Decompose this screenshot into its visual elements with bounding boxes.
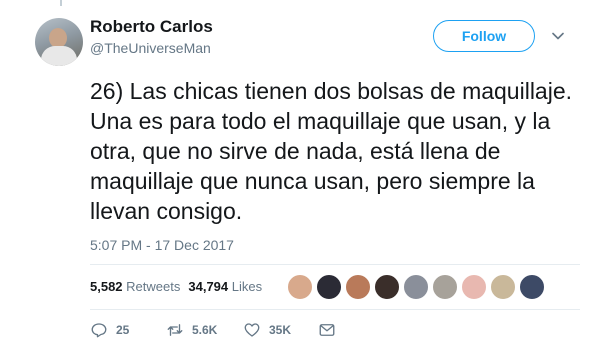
divider <box>90 309 580 310</box>
envelope-icon <box>319 324 335 336</box>
divider <box>90 264 580 265</box>
reply-button[interactable]: 25 <box>90 318 129 342</box>
tweet-stats: 5,582 Retweets 34,794 Likes <box>90 279 262 294</box>
liker-avatar[interactable] <box>461 274 487 300</box>
liker-avatar[interactable] <box>403 274 429 300</box>
retweets-count: 5,582 <box>90 279 123 294</box>
retweet-count: 5.6K <box>192 323 218 337</box>
tweet-timestamp[interactable]: 5:07 PM - 17 Dec 2017 <box>90 237 234 253</box>
likes-stat[interactable]: 34,794 Likes <box>188 279 262 294</box>
direct-message-button[interactable] <box>318 318 336 342</box>
likes-count: 34,794 <box>188 279 229 294</box>
liker-avatar[interactable] <box>345 274 371 300</box>
liker-avatar[interactable] <box>316 274 342 300</box>
thread-line <box>60 0 62 6</box>
liker-avatar[interactable] <box>490 274 516 300</box>
liker-avatar[interactable] <box>287 274 313 300</box>
liker-avatar[interactable] <box>374 274 400 300</box>
reply-icon <box>91 323 107 338</box>
avatar-body <box>41 46 77 66</box>
reply-count: 25 <box>116 323 130 337</box>
liker-avatars <box>287 274 548 300</box>
likes-label: Likes <box>231 279 263 294</box>
like-button[interactable]: 35K <box>243 318 291 342</box>
chevron-down-icon[interactable] <box>552 30 564 42</box>
retweets-stat[interactable]: 5,582 Retweets <box>90 279 180 294</box>
retweet-button[interactable]: 5.6K <box>166 318 217 342</box>
like-count: 35K <box>269 323 292 337</box>
follow-button[interactable]: Follow <box>433 20 535 52</box>
retweets-label: Retweets <box>126 279 181 294</box>
retweet-icon <box>167 324 183 336</box>
avatar-head <box>49 28 67 48</box>
avatar[interactable] <box>35 18 83 66</box>
tweet-text: 26) Las chicas tienen dos bolsas de maqu… <box>90 78 573 224</box>
user-name[interactable]: Roberto Carlos <box>90 17 213 37</box>
heart-icon <box>244 323 260 337</box>
user-handle[interactable]: @TheUniverseMan <box>90 39 211 57</box>
liker-avatar[interactable] <box>432 274 458 300</box>
liker-avatar[interactable] <box>519 274 545 300</box>
